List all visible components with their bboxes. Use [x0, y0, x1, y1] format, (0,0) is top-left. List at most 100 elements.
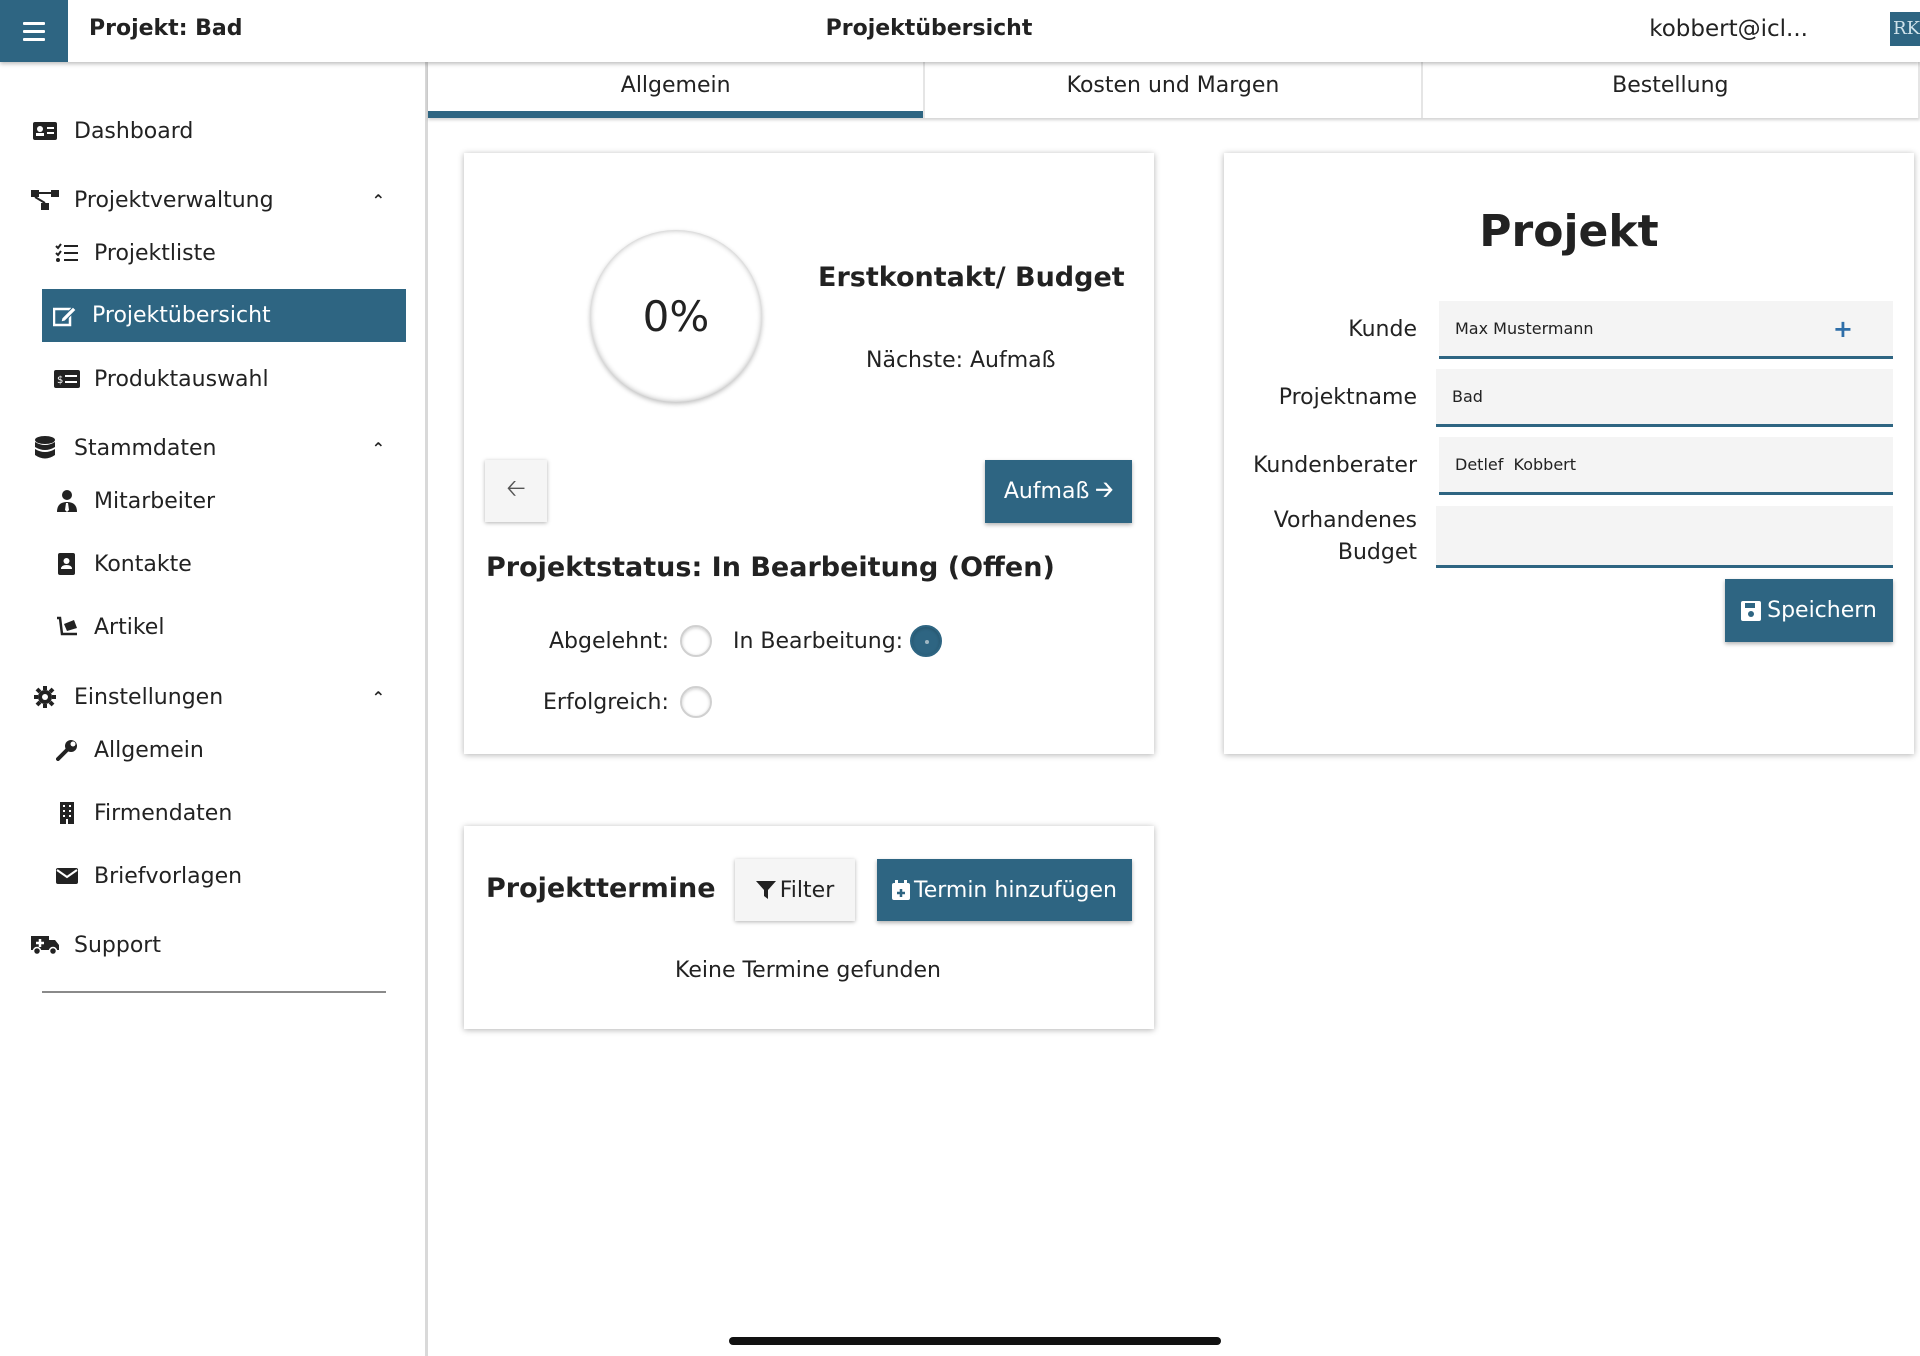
sidebar-divider [42, 991, 386, 993]
arrow-right-icon: 🡢 [1095, 477, 1114, 503]
sidebar-item-label: Dashboard [74, 118, 194, 144]
sidebar-item-artikel[interactable]: Artikel [52, 608, 164, 646]
status-radio-erfolgreich[interactable] [680, 686, 712, 718]
budget-label-line2: Budget [1337, 540, 1417, 565]
id-card-icon [30, 121, 60, 141]
wrench-icon [52, 739, 82, 761]
sidebar-item-firmendaten[interactable]: Firmendaten [52, 794, 232, 832]
chevron-up-icon: ⌃ [371, 438, 385, 458]
sidebar-item-allgemein[interactable]: Allgemein [52, 731, 204, 769]
sidebar-item-projektliste[interactable]: Projektliste [52, 234, 216, 272]
sidebar-item-label: Projektübersicht [92, 303, 271, 328]
save-button[interactable]: Speichern [1725, 579, 1893, 642]
dolly-icon [52, 616, 82, 638]
add-appointment-button[interactable]: Termin hinzufügen [877, 859, 1132, 921]
sidebar-item-produktauswahl[interactable]: $ Produktauswahl [52, 360, 269, 398]
next-stage-button[interactable]: Aufmaß 🡢 [985, 460, 1132, 523]
kunde-field[interactable]: Max Mustermann + [1439, 301, 1893, 359]
add-appointment-button-label: Termin hinzufügen [914, 877, 1117, 903]
sidebar-item-label: Firmendaten [94, 800, 233, 826]
tab-bestellung[interactable]: Bestellung [1423, 62, 1920, 118]
sidebar-item-label: Kontakte [94, 551, 192, 577]
status-label-erfolgreich: Erfolgreich: [543, 690, 669, 715]
next-stage-button-label: Aufmaß [1003, 479, 1090, 504]
filter-button-label: Filter [779, 877, 835, 903]
arrow-left-icon: 🡠 [506, 473, 526, 502]
sidebar-item-support[interactable]: Support [30, 926, 161, 964]
edit-icon [50, 305, 80, 327]
tab-kosten-und-margen[interactable]: Kosten und Margen [925, 62, 1423, 118]
status-radio-in-bearbeitung[interactable] [910, 625, 942, 657]
budget-label-line1: Vorhandenes [1273, 508, 1417, 533]
company-logo: RK [1890, 12, 1920, 46]
money-check-icon: $ [52, 370, 82, 388]
tab-bar: Allgemein Kosten und Margen Bestellung [428, 62, 1920, 118]
home-indicator [729, 1337, 1221, 1345]
top-bar: Projekt: Bad Projektübersicht kobbert@ic… [0, 0, 1920, 62]
sidebar-section-einstellungen[interactable]: Einstellungen ⌃ [30, 678, 385, 716]
sidebar-item-label: Projektliste [94, 240, 216, 266]
projektname-field[interactable]: Bad [1436, 369, 1893, 427]
sidebar-item-label: Stammdaten [74, 435, 217, 461]
next-stage-text: Nächste: Aufmaß [866, 348, 1056, 373]
sidebar-item-label: Projektverwaltung [74, 187, 274, 213]
projektname-value: Bad [1452, 387, 1483, 406]
calendar-plus-icon [892, 880, 910, 900]
chevron-up-icon: ⌃ [371, 687, 385, 707]
user-email[interactable]: kobbert@icl... [1649, 16, 1808, 42]
kundenberater-field[interactable]: Detlef Kobbert [1439, 437, 1893, 495]
sidebar-item-label: Produktauswahl [94, 366, 269, 392]
sidebar-section-projektverwaltung[interactable]: Projektverwaltung ⌃ [30, 181, 385, 219]
envelope-icon [52, 868, 82, 884]
ambulance-icon [30, 934, 60, 956]
save-button-label: Speichern [1767, 598, 1877, 623]
status-label-in-bearbeitung: In Bearbeitung: [733, 629, 904, 654]
sidebar: Dashboard Projektverwaltung ⌃ Projektlis… [0, 62, 428, 1356]
sidebar-item-label: Mitarbeiter [94, 488, 216, 514]
projektname-label: Projektname [1278, 385, 1417, 410]
address-book-icon [52, 553, 82, 575]
task-list-icon [52, 243, 82, 263]
building-icon [52, 802, 82, 824]
chevron-up-icon: ⌃ [371, 190, 385, 210]
progress-circle: 0% [590, 230, 762, 402]
sidebar-item-label: Support [74, 932, 161, 958]
budget-field[interactable] [1436, 506, 1893, 568]
kundenberater-label: Kundenberater [1253, 453, 1417, 478]
sidebar-item-briefvorlagen[interactable]: Briefvorlagen [52, 857, 242, 895]
project-form-title: Projekt [1479, 206, 1659, 257]
current-stage-title: Erstkontakt/ Budget [818, 262, 1125, 293]
add-customer-icon[interactable]: + [1833, 315, 1853, 343]
sidebar-item-dashboard[interactable]: Dashboard [30, 112, 193, 150]
sidebar-item-projektuebersicht[interactable]: Projektübersicht [42, 289, 406, 342]
status-radio-abgelehnt[interactable] [680, 625, 712, 657]
sidebar-item-label: Briefvorlagen [94, 863, 243, 889]
sidebar-item-label: Artikel [94, 614, 165, 640]
page-title: Projektübersicht [825, 16, 1033, 41]
progress-percent: 0% [642, 291, 710, 341]
sidebar-item-label: Einstellungen [74, 684, 224, 710]
sidebar-item-kontakte[interactable]: Kontakte [52, 545, 192, 583]
user-tie-icon [52, 490, 82, 512]
save-icon [1741, 600, 1762, 621]
sidebar-section-stammdaten[interactable]: Stammdaten ⌃ [30, 429, 385, 467]
status-label-abgelehnt: Abgelehnt: [549, 629, 670, 654]
project-appointments-card [464, 826, 1154, 1029]
appointments-title: Projekttermine [486, 873, 716, 904]
gear-icon [30, 686, 60, 708]
sidebar-item-mitarbeiter[interactable]: Mitarbeiter [52, 482, 215, 520]
no-appointments-text: Keine Termine gefunden [675, 958, 941, 983]
filter-icon [755, 880, 776, 900]
kundenberater-value: Detlef Kobbert [1455, 455, 1577, 474]
svg-text:$: $ [57, 375, 63, 386]
project-status-title: Projektstatus: In Bearbeitung (Offen) [486, 552, 1055, 583]
kunde-label: Kunde [1348, 317, 1417, 342]
sitemap-icon [30, 189, 60, 211]
kunde-value: Max Mustermann [1455, 319, 1594, 338]
filter-button[interactable]: Filter [735, 859, 855, 921]
project-progress-card [464, 153, 1154, 754]
tab-allgemein[interactable]: Allgemein [428, 62, 926, 118]
previous-stage-button[interactable]: 🡠 [485, 460, 547, 522]
sidebar-item-label: Allgemein [94, 737, 204, 763]
database-icon [30, 436, 60, 460]
